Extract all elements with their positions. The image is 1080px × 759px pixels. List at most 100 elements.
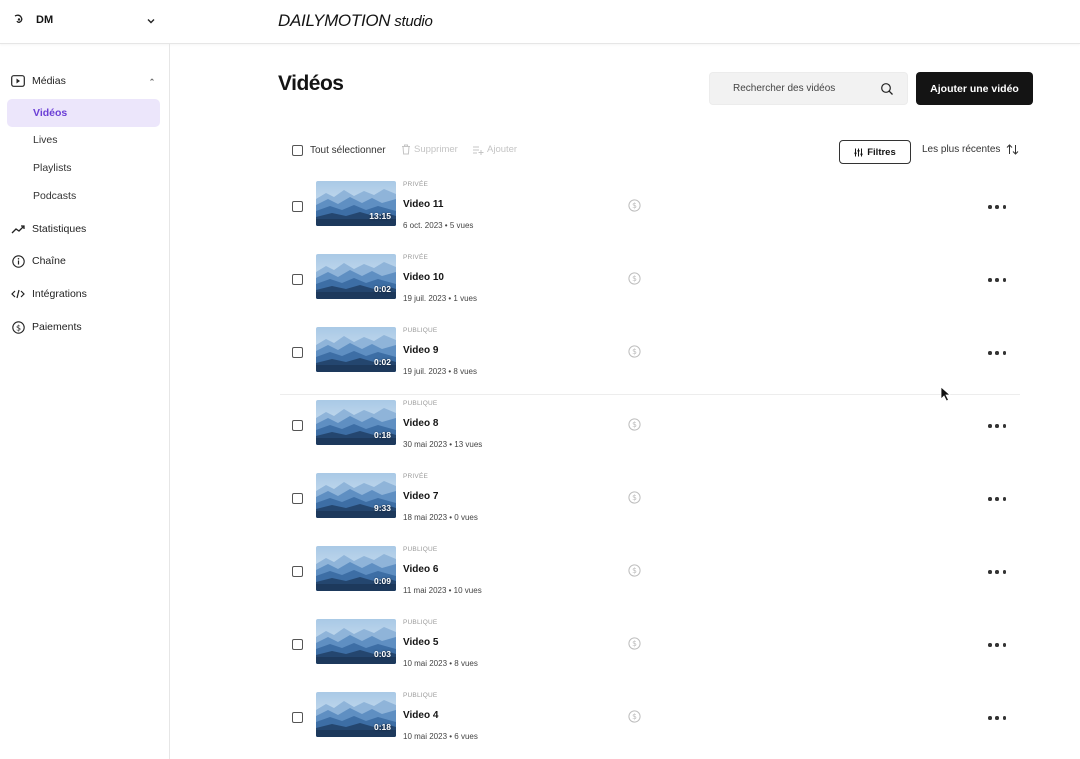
svg-text:$: $	[632, 712, 637, 721]
video-thumbnail[interactable]: 0:03	[316, 619, 396, 664]
row-checkbox[interactable]	[292, 274, 303, 285]
sidebar-item-label: Paiements	[32, 321, 82, 333]
playlist-add-icon	[473, 146, 484, 155]
select-all-checkbox[interactable]	[292, 145, 303, 156]
dailymotion-mark-icon	[12, 13, 26, 27]
add-video-button[interactable]: Ajouter une vidéo	[916, 72, 1033, 105]
more-options-icon[interactable]	[988, 568, 1006, 576]
row-checkbox[interactable]	[292, 566, 303, 577]
video-thumbnail[interactable]: 13:15	[316, 181, 396, 226]
code-icon	[11, 287, 25, 301]
visibility-label: PUBLIQUE	[403, 692, 438, 699]
sidebar-subitem-podcasts[interactable]: Podcasts	[7, 182, 160, 210]
svg-text:$: $	[632, 493, 637, 502]
chevron-up-icon	[148, 75, 156, 83]
video-row[interactable]: 0:18 PUBLIQUE Video 4 10 mai 2023 • 6 vu…	[280, 687, 1020, 759]
delete-label: Supprimer	[414, 144, 458, 155]
video-meta: 30 mai 2023 • 13 vues	[403, 440, 483, 449]
sort-dropdown[interactable]: Les plus récentes	[922, 144, 1019, 155]
trash-icon	[402, 144, 410, 155]
svg-text:$: $	[632, 639, 637, 648]
video-meta: 19 juil. 2023 • 1 vues	[403, 294, 477, 303]
more-options-icon[interactable]	[988, 349, 1006, 357]
video-title[interactable]: Video 10	[403, 272, 444, 283]
sidebar-item-integrations[interactable]: Intégrations	[0, 280, 169, 308]
video-thumbnail[interactable]: 9:33	[316, 473, 396, 518]
sidebar-item-chaine[interactable]: Chaîne	[0, 247, 169, 275]
row-checkbox[interactable]	[292, 639, 303, 650]
video-thumbnail[interactable]: 0:02	[316, 254, 396, 299]
sidebar-item-paiements[interactable]: $ Paiements	[0, 313, 169, 341]
monetization-icon: $	[628, 418, 641, 431]
trend-up-icon	[11, 222, 25, 236]
video-thumbnail[interactable]: 0:09	[316, 546, 396, 591]
video-row[interactable]: 0:09 PUBLIQUE Video 6 11 mai 2023 • 10 v…	[280, 541, 1020, 614]
add-label: Ajouter	[487, 144, 518, 155]
visibility-label: PUBLIQUE	[403, 400, 438, 407]
visibility-label: PRIVÉE	[403, 254, 429, 261]
mouse-cursor-icon	[940, 386, 952, 402]
video-duration: 0:18	[373, 722, 391, 732]
video-title[interactable]: Video 8	[403, 418, 438, 429]
video-row[interactable]: 9:33 PRIVÉE Video 7 18 mai 2023 • 0 vues…	[280, 468, 1020, 541]
sidebar-subitem-videos[interactable]: Vidéos	[7, 99, 160, 127]
visibility-label: PUBLIQUE	[403, 327, 438, 334]
video-thumbnail[interactable]: 0:02	[316, 327, 396, 372]
video-duration: 0:18	[373, 430, 391, 440]
select-all-label: Tout sélectionner	[310, 145, 386, 156]
sidebar-subitem-playlists[interactable]: Playlists	[7, 154, 160, 182]
sidebar-item-statistiques[interactable]: Statistiques	[0, 215, 169, 243]
row-checkbox[interactable]	[292, 201, 303, 212]
account-name: DM	[36, 14, 54, 26]
video-row[interactable]: 0:02 PRIVÉE Video 10 19 juil. 2023 • 1 v…	[280, 249, 1020, 322]
brand-logo[interactable]: DAILYMOTION studio	[278, 11, 433, 31]
search-input[interactable]: Rechercher des vidéos	[709, 72, 908, 105]
page-title: Vidéos	[278, 72, 344, 95]
delete-button[interactable]: Supprimer	[401, 144, 458, 155]
video-meta: 6 oct. 2023 • 5 vues	[403, 221, 474, 230]
sidebar-subitem-label: Playlists	[33, 162, 72, 174]
video-title[interactable]: Video 11	[403, 199, 443, 210]
add-to-playlist-button[interactable]: Ajouter	[472, 144, 517, 155]
video-row[interactable]: 0:03 PUBLIQUE Video 5 10 mai 2023 • 8 vu…	[280, 614, 1020, 687]
sidebar-subitem-label: Podcasts	[33, 190, 77, 202]
sidebar-item-medias[interactable]: Médias	[0, 67, 169, 95]
sidebar-subitem-lives[interactable]: Lives	[7, 126, 160, 154]
video-row[interactable]: 13:15 PRIVÉE Video 11 6 oct. 2023 • 5 vu…	[280, 176, 1020, 249]
brand-suffix: studio	[394, 13, 433, 30]
more-options-icon[interactable]	[988, 641, 1006, 649]
more-options-icon[interactable]	[988, 203, 1006, 211]
video-title[interactable]: Video 7	[403, 491, 438, 502]
video-title[interactable]: Video 6	[403, 564, 438, 575]
row-checkbox[interactable]	[292, 420, 303, 431]
video-title[interactable]: Video 5	[403, 637, 438, 648]
video-meta: 10 mai 2023 • 8 vues	[403, 659, 478, 668]
filters-label: Filtres	[867, 146, 896, 158]
info-circle-icon	[11, 254, 25, 268]
video-title[interactable]: Video 4	[403, 710, 438, 721]
sidebar-item-label: Médias	[32, 75, 66, 87]
video-title[interactable]: Video 9	[403, 345, 438, 356]
more-options-icon[interactable]	[988, 422, 1006, 430]
row-checkbox[interactable]	[292, 347, 303, 358]
row-checkbox[interactable]	[292, 493, 303, 504]
video-thumbnail[interactable]: 0:18	[316, 400, 396, 445]
select-all[interactable]: Tout sélectionner	[292, 145, 386, 156]
search-icon[interactable]	[880, 82, 894, 96]
more-options-icon[interactable]	[988, 714, 1006, 722]
video-thumbnail[interactable]: 0:18	[316, 692, 396, 737]
video-meta: 18 mai 2023 • 0 vues	[403, 513, 478, 522]
more-options-icon[interactable]	[988, 495, 1006, 503]
video-row[interactable]: 0:18 PUBLIQUE Video 8 30 mai 2023 • 13 v…	[280, 395, 1020, 468]
filters-button[interactable]: Filtres	[839, 140, 911, 164]
more-options-icon[interactable]	[988, 276, 1006, 284]
sidebar-item-label: Statistiques	[32, 223, 87, 235]
account-switcher[interactable]: DM	[12, 10, 162, 30]
svg-text:$: $	[15, 323, 20, 332]
video-row[interactable]: 0:02 PUBLIQUE Video 9 19 juil. 2023 • 8 …	[280, 322, 1020, 395]
row-checkbox[interactable]	[292, 712, 303, 723]
sidebar: Médias Vidéos Lives Playlists Podcasts S…	[0, 44, 170, 759]
svg-text:$: $	[632, 566, 637, 575]
search-placeholder: Rechercher des vidéos	[733, 83, 836, 94]
video-meta: 19 juil. 2023 • 8 vues	[403, 367, 477, 376]
